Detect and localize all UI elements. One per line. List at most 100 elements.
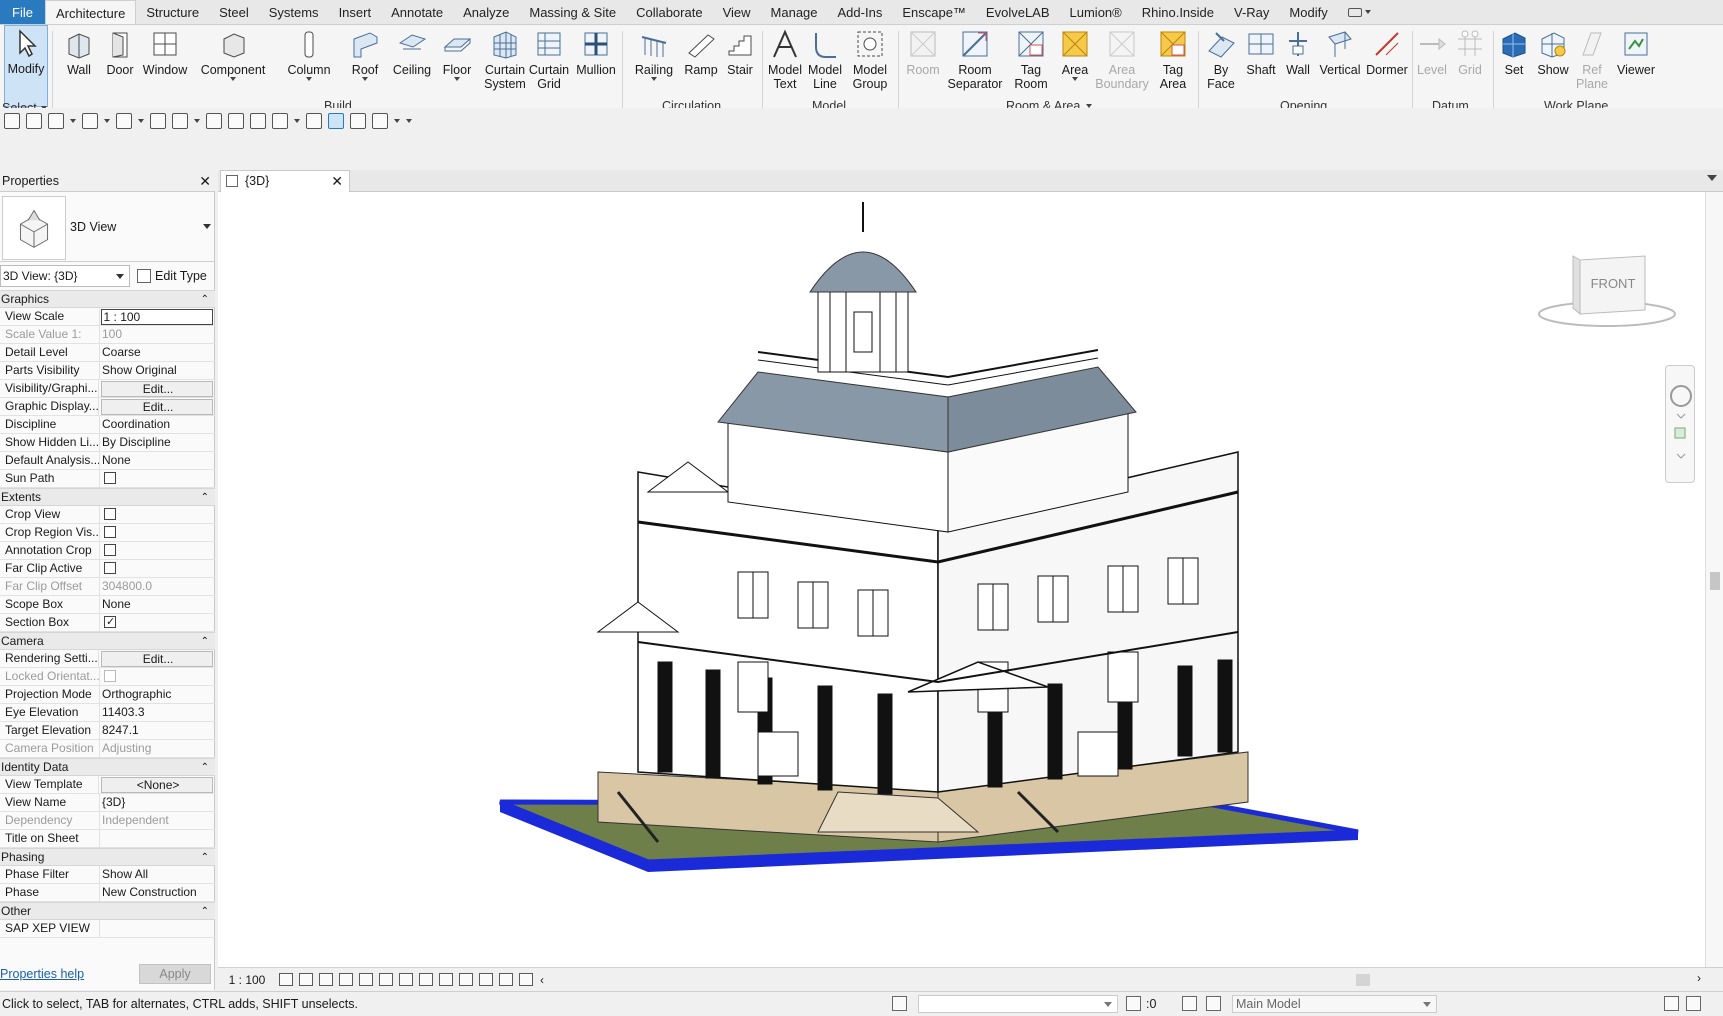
unlocked-3d-view-icon[interactable] [419, 973, 433, 986]
aligned-dimension-icon[interactable] [206, 113, 222, 129]
editable-only-icon[interactable] [1182, 996, 1197, 1011]
design-option-dropdown[interactable]: Main Model [1232, 995, 1437, 1013]
room-separator-button[interactable]: Room Separator [944, 27, 1006, 103]
property-edit-button[interactable]: Edit... [101, 381, 213, 397]
thin-lines-icon[interactable] [328, 113, 344, 129]
level-button[interactable]: Level [1414, 27, 1450, 103]
filter-icon[interactable] [1126, 996, 1141, 1011]
tab-modify[interactable]: Modify [1279, 0, 1337, 24]
property-value[interactable] [100, 920, 213, 937]
undo-icon[interactable] [82, 113, 98, 129]
3d-view-canvas[interactable] [218, 192, 1705, 967]
collapse-icon[interactable]: ⌃ [201, 903, 209, 920]
chevron-down-icon[interactable] [294, 119, 300, 123]
tab-lumion[interactable]: Lumion® [1060, 0, 1132, 24]
detail-level-icon[interactable] [279, 973, 293, 986]
window-button[interactable]: Window [140, 27, 190, 103]
viewer-button[interactable]: Viewer [1612, 27, 1660, 103]
property-checkbox-cell[interactable] [100, 506, 213, 523]
property-value[interactable]: 8247.1 [100, 722, 213, 739]
property-value[interactable]: None [100, 452, 213, 469]
property-edit-button[interactable]: <None> [101, 777, 213, 793]
zoom-icon[interactable] [1674, 427, 1686, 439]
close-icon[interactable]: ✕ [331, 171, 343, 191]
property-checkbox[interactable] [104, 544, 116, 556]
tab-vray[interactable]: V-Ray [1224, 0, 1279, 24]
tab-add-ins[interactable]: Add-Ins [828, 0, 893, 24]
tab-rhino-inside[interactable]: Rhino.Inside [1132, 0, 1224, 24]
model-text-button[interactable]: Model Text [766, 27, 804, 103]
chevron-down-icon[interactable] [138, 119, 144, 123]
property-category[interactable]: Graphics ⌃ [0, 290, 215, 308]
measure-icon[interactable] [172, 113, 188, 129]
instance-selector[interactable]: 3D View: {3D} [0, 265, 130, 287]
horizontal-scrollbar[interactable] [598, 973, 1698, 987]
3d-view-icon[interactable] [272, 113, 288, 129]
chevron-down-icon[interactable] [1676, 413, 1686, 419]
property-value[interactable]: New Construction [100, 884, 213, 901]
section-icon[interactable] [306, 113, 322, 129]
ref-plane-button[interactable]: Ref Plane [1574, 27, 1610, 103]
grid-button[interactable]: Grid [1452, 27, 1488, 103]
viewcube-side-face[interactable] [1572, 255, 1581, 316]
property-category[interactable]: Phasing ⌃ [0, 848, 215, 866]
area-button[interactable]: Area [1056, 27, 1094, 103]
analytical-model-icon[interactable] [519, 973, 533, 986]
property-value[interactable]: 11403.3 [100, 704, 213, 721]
select-links-icon[interactable] [1664, 996, 1679, 1011]
design-options-icon[interactable] [1206, 996, 1221, 1011]
tab-annotate[interactable]: Annotate [381, 0, 453, 24]
apply-button[interactable]: Apply [139, 964, 211, 984]
modify-button[interactable]: Modify [4, 25, 48, 107]
tab-enscape[interactable]: Enscape™ [892, 0, 976, 24]
ribbon-minimize-button[interactable] [1338, 0, 1381, 24]
property-value[interactable]: Coarse [100, 344, 213, 361]
chevron-down-icon[interactable] [1676, 453, 1686, 459]
tab-list-dropdown-icon[interactable] [1707, 175, 1717, 181]
worksharing-display-icon[interactable] [479, 973, 493, 986]
close-hidden-windows-icon[interactable] [350, 113, 366, 129]
property-category[interactable]: Identity Data ⌃ [0, 758, 215, 776]
set-button[interactable]: Set [1496, 27, 1532, 103]
property-checkbox[interactable] [104, 472, 116, 484]
steering-wheel-icon[interactable] [1670, 385, 1692, 407]
type-selector[interactable]: 3D View [0, 194, 215, 262]
show-crop-region-icon[interactable] [399, 973, 413, 986]
property-value[interactable]: By Discipline [100, 434, 213, 451]
chevron-down-icon[interactable] [104, 119, 110, 123]
viewcube[interactable]: FRONT [1535, 240, 1680, 340]
property-value[interactable]: None [100, 596, 213, 613]
property-value[interactable]: {3D} [100, 794, 213, 811]
edit-type-button[interactable]: Edit Type [137, 265, 207, 287]
door-button[interactable]: Door [102, 27, 138, 103]
area-boundary-button[interactable]: Area Boundary [1095, 27, 1149, 103]
shadows-icon[interactable] [339, 973, 353, 986]
collapse-icon[interactable]: ⌃ [201, 489, 209, 506]
floor-button[interactable]: Floor [438, 27, 476, 103]
dormer-button[interactable]: Dormer [1364, 27, 1410, 103]
ramp-button[interactable]: Ramp [682, 27, 720, 103]
sun-path-icon[interactable] [319, 973, 333, 986]
vertical-button[interactable]: Vertical [1318, 27, 1362, 103]
property-checkbox-cell[interactable] [100, 524, 213, 541]
save-icon[interactable] [26, 113, 42, 129]
curtain-grid-button[interactable]: Curtain Grid [528, 27, 570, 103]
property-checkbox-cell[interactable] [100, 470, 213, 487]
curtain-system-button[interactable]: Curtain System [484, 27, 526, 103]
property-value[interactable]: Show All [100, 866, 213, 883]
model-group-button[interactable]: Model Group [848, 27, 892, 103]
chevron-down-icon[interactable] [194, 119, 200, 123]
show-button[interactable]: Show [1534, 27, 1572, 103]
property-value[interactable]: Show Original [100, 362, 213, 379]
chevron-left-icon[interactable]: ‹ [540, 973, 544, 987]
tag-icon[interactable] [228, 113, 244, 129]
tag-room-button[interactable]: Tag Room [1008, 27, 1054, 103]
tab-file[interactable]: File [0, 0, 45, 24]
property-checkbox-cell[interactable] [100, 614, 213, 631]
property-category[interactable]: Extents ⌃ [0, 488, 215, 506]
vertical-scrollbar[interactable] [1705, 192, 1723, 967]
render-icon[interactable] [359, 973, 373, 986]
property-value[interactable]: Coordination [100, 416, 213, 433]
roof-button[interactable]: Roof [346, 27, 384, 103]
tab-manage[interactable]: Manage [761, 0, 828, 24]
